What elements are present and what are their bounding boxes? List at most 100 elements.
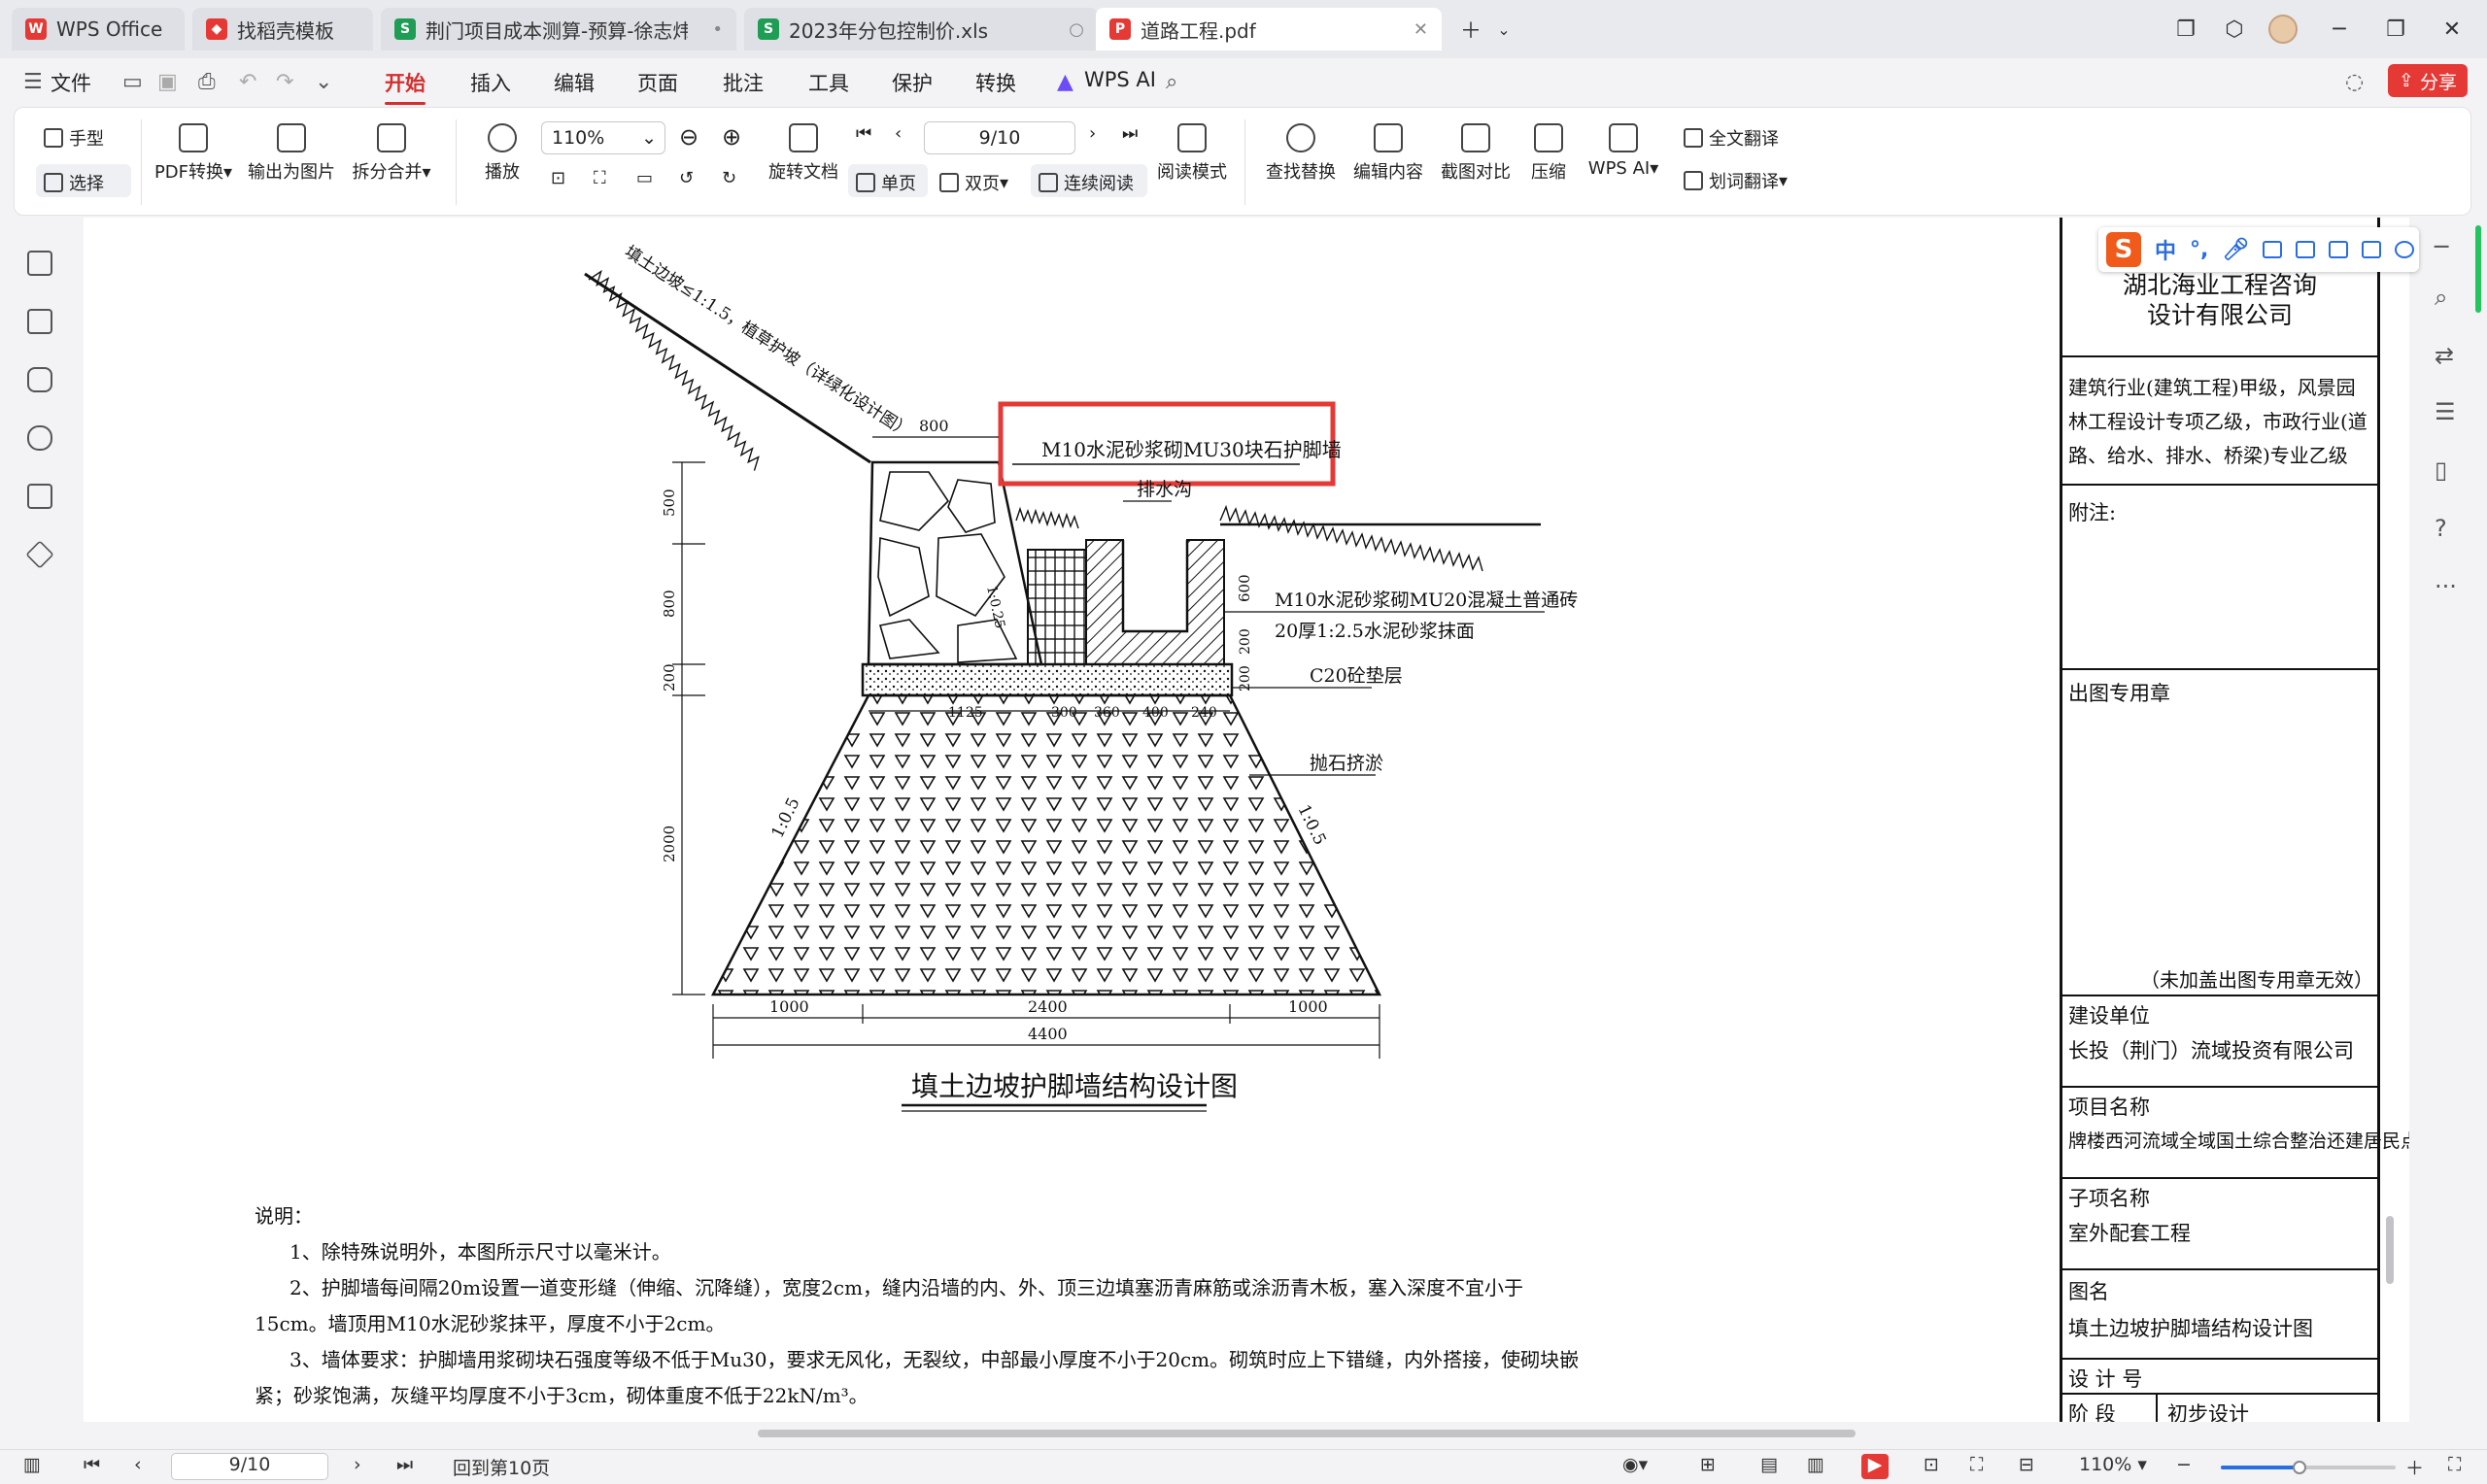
fit-width-icon[interactable]: ⛶ (1970, 1454, 1983, 1475)
next-page-icon[interactable]: › (354, 1454, 361, 1475)
save-icon[interactable]: ▣ (157, 70, 178, 94)
double-view-icon[interactable]: ▥ (1807, 1454, 1824, 1475)
single-page-button[interactable]: 单页 (856, 170, 916, 195)
window-list-icon[interactable]: ❐ (2166, 10, 2205, 49)
menu-annotate[interactable]: 批注 (723, 68, 764, 97)
continuous-read-button[interactable]: 连续阅读 (1039, 170, 1134, 195)
collapse-panel-icon[interactable]: ─ (2435, 233, 2448, 260)
full-translate-button[interactable]: 全文翻译 (1684, 125, 1779, 151)
close-icon[interactable]: ○ (1069, 19, 1084, 40)
game-icon[interactable] (2329, 241, 2349, 258)
fit-page-icon[interactable]: ⊡ (1924, 1454, 1939, 1475)
settings-icon[interactable] (2395, 241, 2415, 258)
pdf-convert-button[interactable]: PDF转换▾ (147, 123, 240, 184)
zoom-slider-handle[interactable] (2293, 1461, 2306, 1474)
hand-tool-button[interactable]: 手型 (44, 125, 104, 151)
menu-protect[interactable]: 保护 (892, 68, 933, 97)
hamburger-icon[interactable]: ☰ (23, 70, 43, 94)
comment-bubble-icon[interactable]: ◌ (2345, 70, 2364, 94)
ime-toolbar[interactable]: S 中 °, 🎤︎ (2098, 227, 2419, 272)
translate-panel-icon[interactable]: ⇄ (2435, 342, 2454, 369)
microphone-icon[interactable]: 🎤︎ (2222, 238, 2249, 262)
eye-icon[interactable]: ◉▾ (1622, 1454, 1648, 1475)
horizontal-scroll-thumb[interactable] (758, 1430, 1856, 1437)
zoom-level[interactable]: 110% ▾ (2079, 1454, 2147, 1475)
chevron-down-icon[interactable]: ⌄ (1484, 10, 1523, 49)
zoom-out-icon[interactable]: ⊖ (679, 123, 698, 151)
screenshot-compare-button[interactable]: 截图对比 (1435, 123, 1516, 184)
zoom-in-icon[interactable]: ⊕ (722, 123, 741, 151)
back-to-page-link[interactable]: 回到第10页 (453, 1454, 550, 1480)
tab-road-pdf[interactable]: P 道路工程.pdf ✕ (1096, 8, 1442, 51)
word-translate-button[interactable]: 划词翻译 ▾ (1684, 168, 1788, 193)
play-button[interactable]: 播放 (473, 123, 531, 184)
double-page-button[interactable]: 双页 ▾ (939, 170, 1008, 195)
tab-subcontract-price[interactable]: S 2023年分包控制价.xls ○ (744, 8, 1098, 51)
rotate-right-icon[interactable]: ↻ (722, 168, 736, 188)
vertical-scroll-thumb[interactable] (2386, 1216, 2394, 1284)
reader-icon[interactable]: ▯ (2435, 456, 2447, 484)
undo-icon[interactable]: ↶ (239, 70, 256, 94)
apps-grid-icon[interactable] (2362, 241, 2382, 258)
minimize-icon[interactable]: ─ (2320, 10, 2359, 49)
punctuation-icon[interactable]: °, (2190, 238, 2208, 262)
more-icon[interactable]: ··· (2435, 573, 2457, 600)
tab-wps-office[interactable]: W WPS Office (12, 8, 185, 51)
search-icon[interactable]: ⌕ (1166, 70, 1177, 94)
menu-page[interactable]: 页面 (637, 68, 678, 97)
first-page-icon[interactable]: ⏮ (84, 1454, 100, 1475)
split-merge-button[interactable]: 拆分合并▾ (345, 123, 438, 184)
edit-content-button[interactable]: 编辑内容 (1347, 123, 1429, 184)
prev-page-icon[interactable]: ‹ (895, 123, 902, 144)
fit-width-icon[interactable]: ▭ (636, 168, 653, 188)
close-tab-icon[interactable]: ✕ (1414, 19, 1428, 40)
signature-icon[interactable] (27, 484, 52, 509)
status-page-input[interactable]: 9/10 (171, 1453, 328, 1480)
bookmark-icon[interactable] (27, 251, 52, 276)
keyboard-icon[interactable] (2263, 241, 2283, 258)
continuous-view-icon[interactable]: ⊞ (1700, 1454, 1716, 1475)
redo-icon[interactable]: ↷ (276, 70, 293, 94)
zoom-in-icon[interactable]: ＋ (2405, 1454, 2424, 1480)
compress-button[interactable]: 压缩 (1524, 123, 1573, 184)
single-view-icon[interactable]: ▤ (1760, 1454, 1778, 1475)
rotate-document-button[interactable]: 旋转文档 (765, 123, 842, 184)
actual-size-icon[interactable]: ⊡ (551, 168, 565, 188)
attachment-icon[interactable] (27, 425, 52, 451)
horizontal-scrollbar[interactable] (97, 1428, 2361, 1439)
help-icon[interactable]: ? (2435, 515, 2447, 542)
ime-mode-toggle[interactable]: 中 (2155, 234, 2176, 265)
tab-docer[interactable]: ◆ 找稻壳模板 (192, 8, 373, 51)
share-button[interactable]: ⇪ 分享 (2388, 64, 2468, 97)
sidebar-toggle-icon[interactable]: ▥ (23, 1454, 41, 1475)
search-icon[interactable]: ⌕ (2435, 284, 2447, 311)
last-page-icon[interactable]: ⏭ (1122, 123, 1138, 144)
open-folder-icon[interactable]: ▭ (122, 70, 143, 94)
last-page-icon[interactable]: ⏭ (396, 1454, 413, 1475)
tab-cost-estimate[interactable]: S 荆门项目成本测算-预算-徐志炜-2( • (381, 8, 736, 51)
menu-tools[interactable]: 工具 (808, 68, 849, 97)
close-window-icon[interactable]: ✕ (2433, 10, 2471, 49)
export-image-button[interactable]: 输出为图片 (244, 123, 339, 184)
play-slideshow-icon[interactable]: ▶ (1861, 1454, 1889, 1479)
layers-icon[interactable] (25, 540, 54, 569)
menu-file[interactable]: 文件 (51, 68, 91, 97)
zoom-out-icon[interactable]: − (2176, 1454, 2192, 1475)
menu-insert[interactable]: 插入 (470, 68, 511, 97)
zoom-select[interactable]: 110% ⌄ (541, 121, 665, 154)
fit-window-icon[interactable]: ⊟ (2019, 1454, 2034, 1475)
thumbnail-icon[interactable] (27, 309, 52, 334)
menu-convert[interactable]: 转换 (975, 68, 1016, 97)
rotate-left-icon[interactable]: ↺ (679, 168, 694, 188)
reading-mode-button[interactable]: 阅读模式 (1151, 123, 1233, 184)
fullscreen-icon[interactable]: ⛶ (2448, 1454, 2461, 1475)
page-number-input[interactable]: 9/10 (924, 121, 1075, 154)
next-page-icon[interactable]: › (1089, 123, 1096, 144)
select-tool-button[interactable]: 选择 (44, 170, 104, 195)
find-replace-button[interactable]: 查找替换 (1260, 123, 1342, 184)
chevron-down-icon[interactable]: ⌄ (315, 70, 332, 94)
menu-start[interactable]: 开始 (385, 68, 426, 105)
prev-page-icon[interactable]: ‹ (134, 1454, 142, 1475)
settings-sliders-icon[interactable]: ☰ (2435, 398, 2456, 425)
zoom-slider[interactable] (2221, 1461, 2396, 1474)
